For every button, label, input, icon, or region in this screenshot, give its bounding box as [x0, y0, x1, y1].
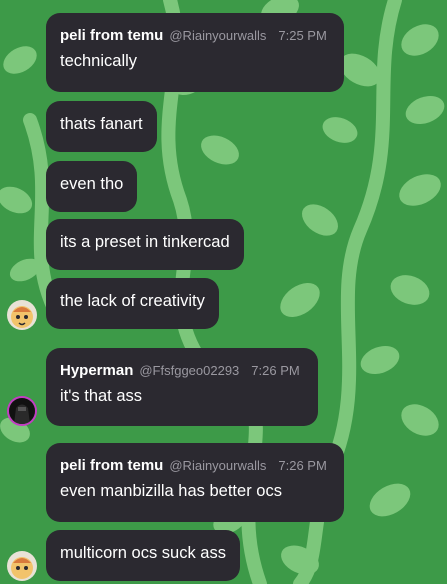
message-bubble[interactable]: multicorn ocs suck ass — [46, 530, 240, 581]
message-text: even tho — [60, 175, 124, 193]
timestamp: 7:25 PM — [278, 28, 327, 43]
message-text: the lack of creativity — [60, 292, 205, 310]
timestamp: 7:26 PM — [251, 363, 300, 378]
user-handle: @Ffsfggeo02293 — [139, 363, 240, 378]
message-text: technically — [60, 52, 138, 70]
hyperman-avatar-icon[interactable] — [7, 396, 37, 426]
message-bubble[interactable]: its a preset in tinkercad — [46, 219, 244, 270]
user-handle: @Riainyourwalls — [169, 458, 267, 473]
message-text: its a preset in tinkercad — [60, 233, 230, 251]
message-bubble[interactable]: thats fanart — [46, 101, 157, 152]
message-bubble[interactable]: peli from temu @Riainyourwalls 7:26 PM e… — [46, 443, 344, 522]
message-text: even manbizilla has better ocs — [60, 482, 282, 500]
username[interactable]: Hyperman — [60, 362, 133, 379]
message-text: thats fanart — [60, 115, 143, 133]
peli-avatar-icon[interactable] — [7, 551, 37, 581]
message-text: multicorn ocs suck ass — [60, 544, 226, 562]
username[interactable]: peli from temu — [60, 27, 163, 44]
peli-avatar-icon[interactable] — [7, 300, 37, 330]
message-text: it's that ass — [60, 387, 143, 405]
message-bubble[interactable]: even tho — [46, 161, 138, 212]
timestamp: 7:26 PM — [278, 458, 327, 473]
message-bubble[interactable]: Hyperman @Ffsfggeo02293 7:26 PM it's tha… — [46, 348, 318, 426]
message-bubble[interactable]: the lack of creativity — [46, 278, 219, 329]
username[interactable]: peli from temu — [60, 457, 163, 474]
message-bubble[interactable]: peli from temu @Riainyourwalls 7:25 PM t… — [46, 13, 344, 92]
user-handle: @Riainyourwalls — [169, 28, 267, 43]
